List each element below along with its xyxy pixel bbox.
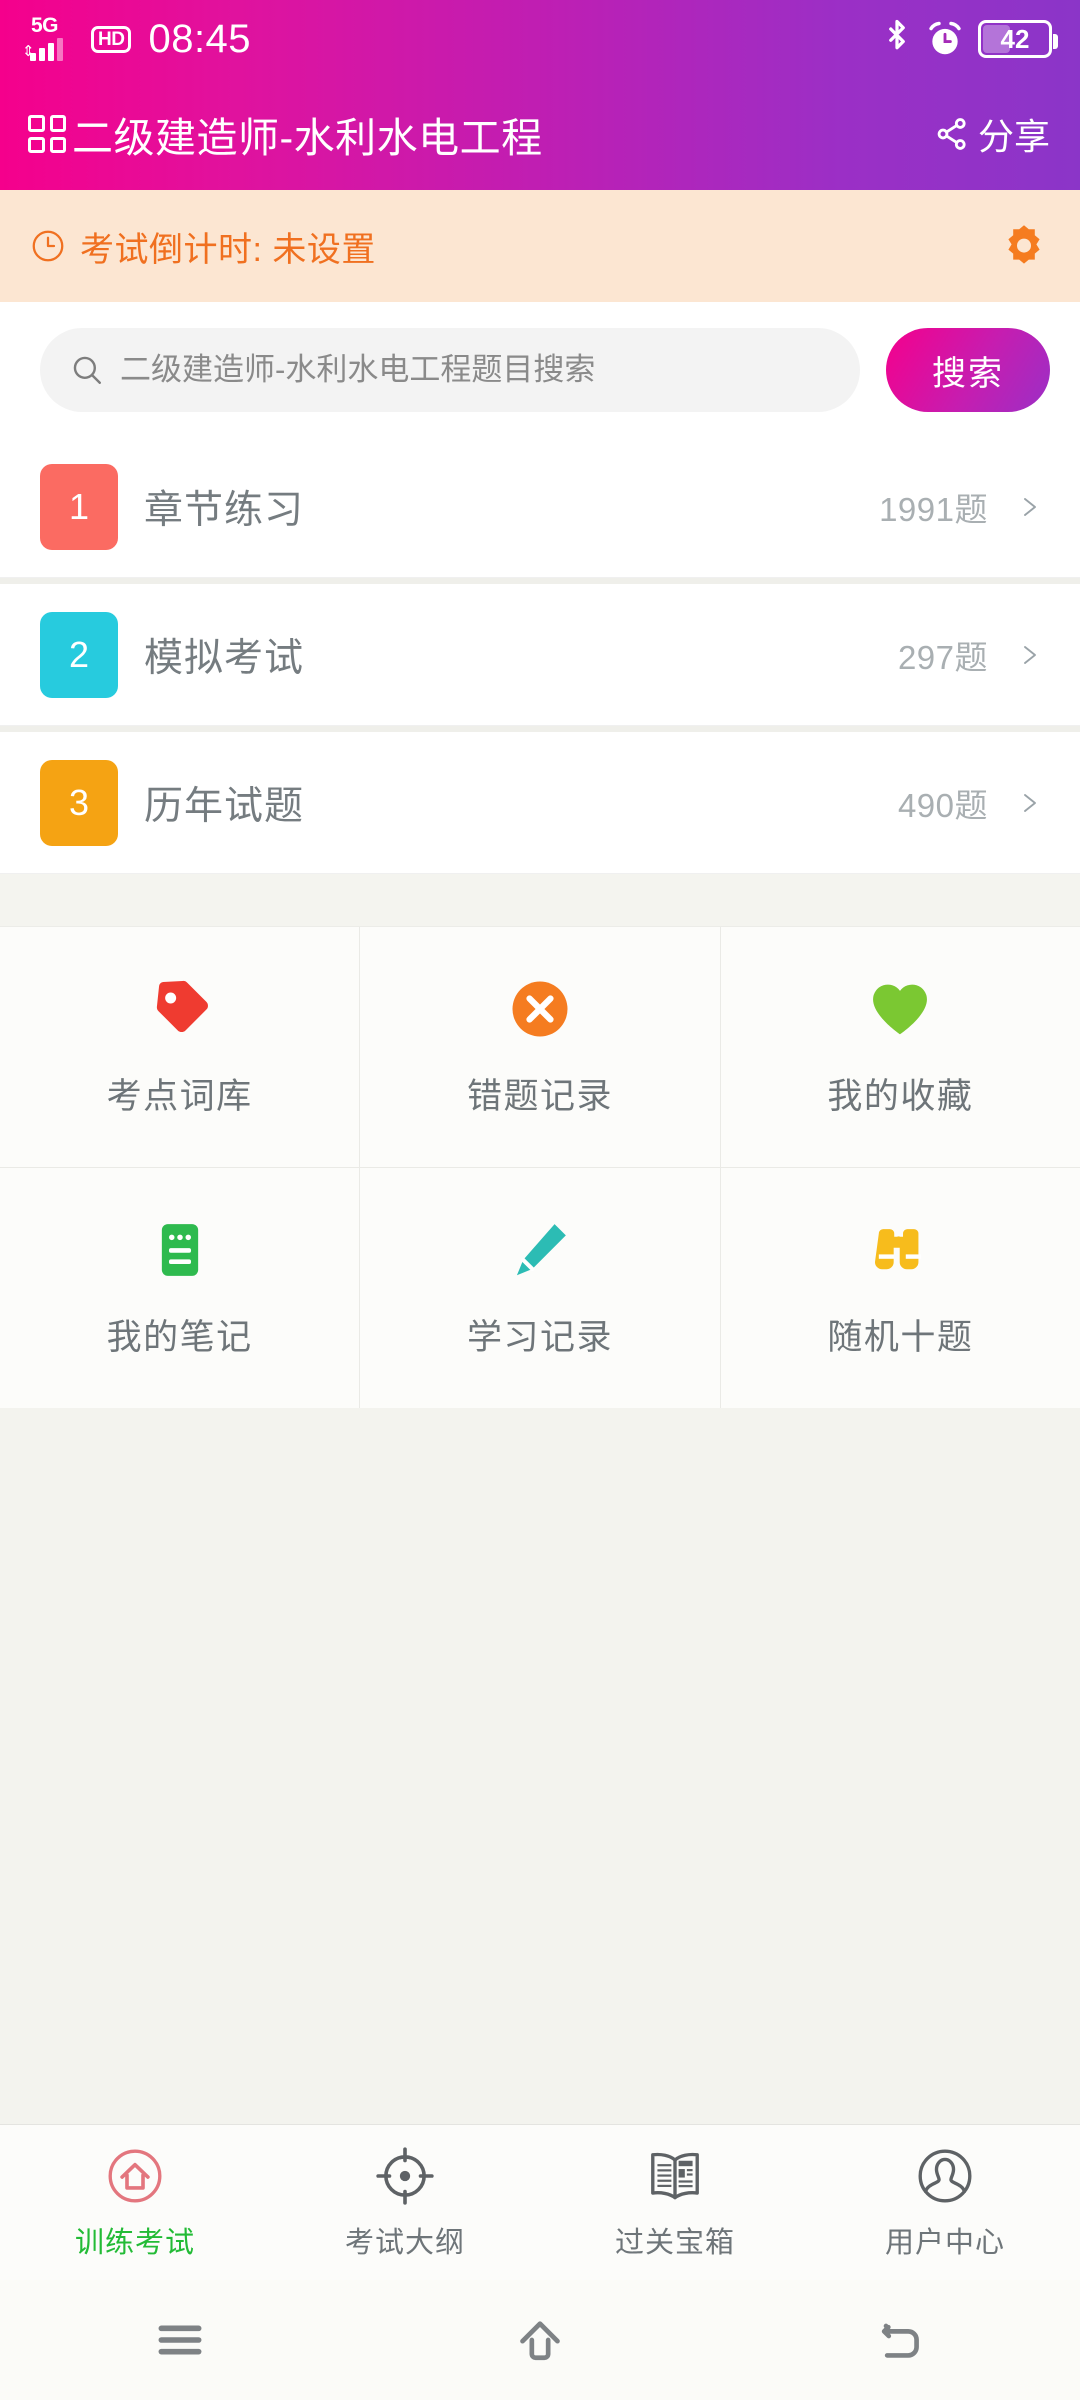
tab-label: 过关宝箱 — [614, 2226, 735, 2259]
signal-bars — [30, 38, 63, 61]
menu-icon — [158, 2325, 202, 2355]
person-circle-icon — [918, 2149, 972, 2202]
practice-list-row[interactable]: 2 模拟考试 297题 — [0, 584, 1080, 726]
chevron-right-icon — [1024, 645, 1036, 664]
row-label: 模拟考试 — [144, 636, 305, 680]
feature-grid-cell[interactable]: 学习记录 — [359, 1168, 719, 1408]
network-type-label: 5G — [31, 14, 59, 37]
tag-icon — [156, 980, 208, 1032]
feature-cell-label: 错题记录 — [466, 1076, 613, 1116]
circle-x-icon — [507, 976, 573, 1042]
row-index-badge: 2 — [40, 611, 118, 698]
person-circle-icon — [914, 2145, 976, 2207]
crosshair-icon — [374, 2145, 436, 2207]
feature-grid-cell[interactable]: 错题记录 — [359, 927, 719, 1167]
hd-badge: HD — [91, 25, 132, 53]
practice-list-row[interactable]: 3 历年试题 490题 — [0, 732, 1080, 874]
tab-label: 用户中心 — [884, 2226, 1005, 2259]
row-question-count: 297题 — [897, 638, 988, 676]
exam-countdown-banner[interactable]: 考试倒计时: 未设置 — [0, 190, 1080, 302]
battery-percent-label: 42 — [1000, 24, 1030, 54]
page-title: 二级建造师-水利水电工程 — [72, 115, 543, 161]
recents-button[interactable] — [0, 2312, 360, 2368]
circle-x-icon — [512, 981, 568, 1036]
notepad-icon — [147, 1217, 213, 1283]
gear-icon[interactable] — [1000, 222, 1048, 270]
feature-grid-cell[interactable]: 随机十题 — [719, 1168, 1080, 1408]
alarm-clock-icon — [929, 21, 961, 55]
search-button[interactable]: 搜索 — [886, 328, 1050, 412]
countdown-text: 考试倒计时: 未设置 — [80, 230, 376, 269]
tag-icon — [147, 976, 213, 1042]
share-icon — [937, 118, 966, 150]
app-header: 二级建造师-水利水电工程 分享 — [0, 78, 1080, 190]
home-icon — [520, 2321, 560, 2361]
newspaper-icon — [644, 2145, 706, 2207]
newspaper-icon — [651, 2152, 699, 2199]
battery-indicator: 42 — [978, 20, 1058, 58]
home-button[interactable] — [360, 2312, 720, 2368]
grid-icon — [28, 115, 66, 153]
feature-grid-row: 考点词库 错题记录 我的收藏 — [0, 927, 1080, 1167]
pencil-icon — [516, 1223, 566, 1275]
row-label: 历年试题 — [144, 784, 305, 828]
practice-list: 1 章节练习 1991题 2 模拟考试 297题 3 历年试题 490题 — [0, 436, 1080, 874]
binoculars-icon — [875, 1228, 922, 1269]
chevron-right-icon — [1024, 793, 1036, 812]
feature-grid-cell[interactable]: 考点词库 — [0, 927, 359, 1167]
content-spacer — [0, 1408, 1080, 2124]
search-section: 搜索 — [0, 302, 1080, 436]
signal-5g-icon: 5G ⇕ — [22, 14, 80, 61]
chevron-right-icon — [1024, 497, 1036, 516]
status-bar-right: 42 — [882, 19, 1058, 59]
tab-newspaper[interactable]: 过关宝箱 — [540, 2125, 810, 2280]
binoculars-icon — [867, 1217, 933, 1283]
status-bar: 5G ⇕ HD 08:45 42 — [0, 0, 1080, 78]
tab-person-circle[interactable]: 用户中心 — [810, 2125, 1080, 2280]
chevron-right-icon — [1018, 635, 1042, 675]
heart-icon — [873, 984, 928, 1034]
back-icon — [881, 2323, 919, 2358]
row-question-count: 490题 — [897, 786, 988, 824]
share-label: 分享 — [977, 116, 1050, 157]
home-circle-icon — [104, 2145, 166, 2207]
bluetooth-icon — [889, 19, 905, 50]
chevron-right-icon — [1018, 783, 1042, 823]
heart-icon — [867, 976, 933, 1042]
home-circle-icon — [108, 2149, 162, 2202]
chevron-right-icon — [1018, 487, 1042, 527]
feature-grid-row: 我的笔记 学习记录 随机十题 — [0, 1167, 1080, 1408]
bottom-tab-bar: 训练考试 考试大纲 过关宝箱 用户中心 — [0, 2124, 1080, 2280]
search-input[interactable] — [120, 352, 836, 388]
row-index-badge: 3 — [40, 759, 118, 846]
row-label: 章节练习 — [144, 488, 305, 532]
tab-label: 考试大纲 — [344, 2226, 465, 2259]
tab-home-circle[interactable]: 训练考试 — [0, 2125, 270, 2280]
notepad-icon — [161, 1223, 198, 1276]
status-bar-clock: 08:45 — [148, 16, 252, 61]
pencil-icon — [507, 1217, 573, 1283]
feature-grid: 考点词库 错题记录 我的收藏我的笔记 学习记录 随机十题 — [0, 926, 1080, 1408]
search-icon — [73, 356, 101, 384]
clock-icon — [32, 230, 64, 262]
feature-cell-label: 学习记录 — [466, 1317, 613, 1357]
status-bar-left: 5G ⇕ HD 08:45 — [22, 14, 252, 62]
row-index-badge: 1 — [40, 463, 118, 550]
crosshair-icon — [376, 2146, 434, 2205]
tab-crosshair[interactable]: 考试大纲 — [270, 2125, 540, 2280]
search-box[interactable] — [40, 328, 860, 412]
practice-list-row[interactable]: 1 章节练习 1991题 — [0, 436, 1080, 578]
app-screen: 5G ⇕ HD 08:45 42 二级建造师-水利水电工程 分享 考试倒计时: … — [0, 0, 1080, 2400]
tab-label: 训练考试 — [74, 2226, 195, 2259]
feature-cell-label: 我的收藏 — [827, 1076, 974, 1116]
share-button[interactable]: 分享 — [934, 108, 1050, 160]
feature-grid-cell[interactable]: 我的收藏 — [719, 927, 1080, 1167]
feature-grid-cell[interactable]: 我的笔记 — [0, 1168, 359, 1408]
feature-cell-label: 随机十题 — [827, 1317, 974, 1357]
feature-cell-label: 考点词库 — [106, 1076, 253, 1116]
back-button[interactable] — [720, 2312, 1080, 2368]
system-navigation-bar — [0, 2280, 1080, 2400]
row-question-count: 1991题 — [879, 490, 988, 528]
feature-cell-label: 我的笔记 — [106, 1317, 253, 1357]
